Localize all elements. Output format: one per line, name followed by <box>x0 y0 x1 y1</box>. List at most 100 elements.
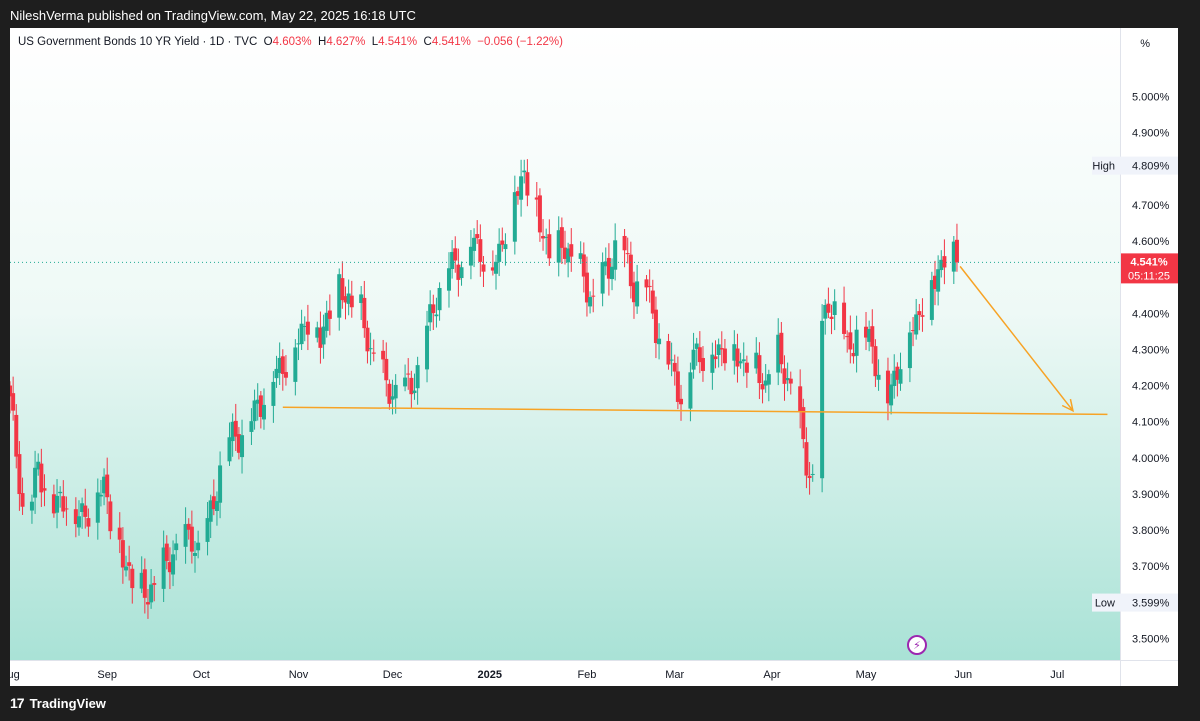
y-tick-label: 4.100% <box>1132 417 1170 429</box>
candle-body <box>280 356 285 374</box>
candle-body <box>914 314 919 335</box>
y-tick-label: 3.500% <box>1132 633 1170 645</box>
candle-body <box>519 176 524 200</box>
candle-body <box>826 303 831 313</box>
candle-body <box>810 473 815 475</box>
candle-body <box>434 314 439 317</box>
candle-body <box>11 393 16 411</box>
candle-body <box>512 192 517 242</box>
candle-body <box>39 463 44 493</box>
y-tick-label: 4.700% <box>1132 200 1170 212</box>
candle-body <box>688 372 693 409</box>
candle-body <box>362 297 367 329</box>
candle-body <box>716 344 721 355</box>
candle-body <box>76 516 81 528</box>
axis-unit[interactable]: % <box>1140 38 1150 50</box>
candle-body <box>58 491 63 494</box>
symbol-title[interactable]: US Government Bonds 10 YR Yield · 1D · T… <box>18 36 257 48</box>
candle-body <box>124 566 129 571</box>
candle-body <box>64 508 69 510</box>
low-marker-value: 3.599% <box>1132 598 1170 610</box>
open-label: O <box>263 36 273 48</box>
tradingview-logo-icon: 17 <box>10 695 25 711</box>
candle-body <box>503 244 508 250</box>
candle-body <box>472 237 477 251</box>
candle-body <box>757 355 762 384</box>
x-tick-label: Dec <box>383 669 403 681</box>
candle-body <box>600 262 605 294</box>
candle-body <box>744 362 749 373</box>
low-marker-label: Low <box>1095 598 1115 610</box>
candle-body <box>917 311 922 316</box>
candle-body <box>384 358 389 381</box>
candle-body <box>848 332 853 350</box>
candle-body <box>415 365 420 389</box>
x-tick-label: Apr <box>763 669 780 681</box>
candle-body <box>522 170 527 173</box>
candle-body <box>876 374 881 380</box>
change-value: −0.056 (−1.22%) <box>477 36 563 48</box>
brand-name: TradingView <box>29 695 106 711</box>
low-value: 4.541% <box>378 36 418 48</box>
y-tick-label: 4.400% <box>1132 308 1170 320</box>
x-tick-label: Jun <box>954 669 972 681</box>
y-tick-label: 4.300% <box>1132 344 1170 356</box>
candle-body <box>120 540 125 568</box>
candle-body <box>174 543 179 551</box>
candle-body <box>936 269 941 292</box>
candle-body <box>218 465 223 503</box>
candle-body <box>105 474 110 498</box>
candle-body <box>453 248 458 261</box>
candle-body <box>547 234 552 259</box>
candle-body <box>127 562 132 566</box>
candle-body <box>807 475 812 479</box>
price-badge-value: 4.541% <box>1130 256 1168 268</box>
candle-body <box>738 361 743 364</box>
y-tick-label: 3.700% <box>1132 561 1170 573</box>
candle-body <box>675 371 680 402</box>
y-tick-label: 5.000% <box>1132 92 1170 104</box>
candle-body <box>33 467 38 498</box>
candle-body <box>669 359 674 361</box>
candle-body <box>261 404 266 420</box>
candle-body <box>437 287 442 311</box>
candle-body <box>117 527 122 540</box>
candle-body <box>525 172 530 196</box>
candle-body <box>679 398 684 405</box>
candle-body <box>889 384 894 406</box>
x-tick-label: Feb <box>577 669 596 681</box>
candle-body <box>98 494 103 497</box>
candle-body <box>735 348 740 367</box>
candle-body <box>145 602 150 605</box>
candle-body <box>478 239 483 262</box>
footer-brand: 17 TradingView <box>10 695 106 711</box>
candle-body <box>741 359 746 362</box>
candle-body <box>625 253 630 255</box>
candle-body <box>842 302 847 334</box>
candle-body <box>779 332 784 365</box>
y-tick-label: 4.600% <box>1132 236 1170 248</box>
y-tick-label: 4.200% <box>1132 381 1170 393</box>
lightning-glyph: ⚡ <box>913 639 921 652</box>
candle-body <box>500 240 505 245</box>
candle-body <box>722 348 727 364</box>
price-chart[interactable]: 3.500% 3.700% 3.800% 3.900% 4.000% 4.100% 4.20… <box>10 28 1178 686</box>
candle-body <box>95 492 100 523</box>
close-label: C <box>423 36 432 48</box>
candle-body <box>647 285 652 287</box>
candle-body <box>481 264 486 272</box>
candle-body <box>403 377 408 387</box>
candle-body <box>240 435 245 458</box>
candle-body <box>672 362 677 372</box>
publisher-header: NileshVerma published on TradingView.com… <box>10 8 416 23</box>
chart-frame: 3.500% 3.700% 3.800% 3.900% 4.000% 4.100% 4.20… <box>10 28 1178 686</box>
candle-body <box>381 350 386 360</box>
candle-body <box>559 227 564 248</box>
open-value: 4.603% <box>272 36 312 48</box>
x-tick-label: Aug <box>10 669 20 681</box>
candle-body <box>42 488 47 491</box>
candle-body <box>788 378 793 384</box>
candle-body <box>55 495 60 513</box>
candle-body <box>666 341 671 365</box>
candle-body <box>152 583 157 585</box>
